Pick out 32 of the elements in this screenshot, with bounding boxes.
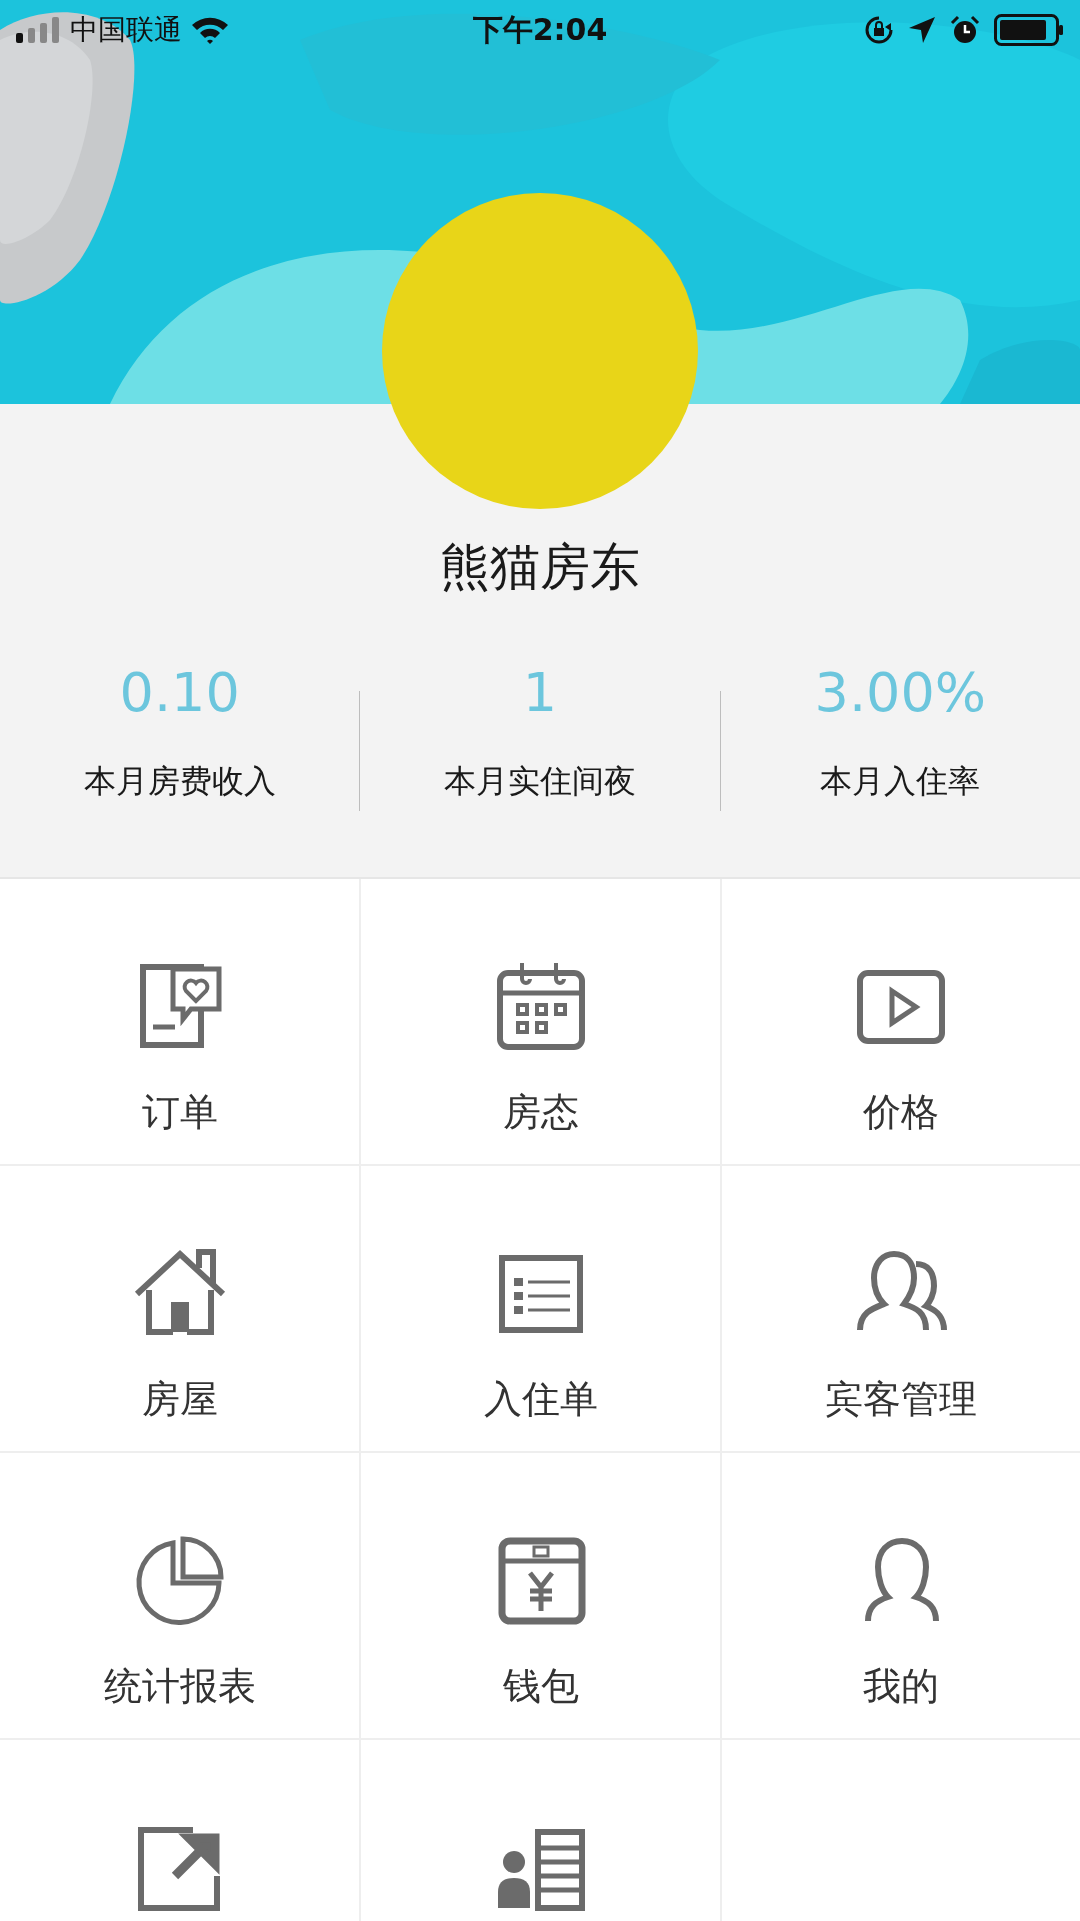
menu-label: 订单 — [141, 1089, 218, 1136]
menu-tile[interactable]: 订单 — [0, 879, 361, 1166]
menu-tile[interactable]: 房态 — [361, 879, 722, 1166]
menu-label: 价格 — [863, 1089, 939, 1136]
stat-value: 0.10 — [119, 661, 240, 724]
stat-label: 本月入住率 — [820, 761, 981, 802]
stat-value: 1 — [522, 661, 558, 724]
clock-time: 下午2:04 — [472, 10, 608, 49]
menu-label: 房态 — [502, 1089, 579, 1136]
user-name: 熊猫房东 — [440, 537, 640, 598]
alarm-icon — [950, 15, 980, 45]
menu-label: 房屋 — [141, 1376, 218, 1423]
menu-label: 钱包 — [502, 1663, 579, 1710]
stat-label: 本月实住间夜 — [444, 761, 636, 802]
menu-tile[interactable]: 价格 — [722, 879, 1080, 1166]
menu-tile[interactable]: 统计报表 — [0, 1453, 361, 1740]
wifi-icon — [190, 15, 230, 45]
battery-icon — [994, 14, 1064, 46]
rotation-lock-icon — [864, 15, 894, 45]
signal-icon — [16, 17, 62, 43]
location-icon — [908, 16, 936, 44]
menu-tile[interactable]: 钱包 — [361, 1453, 722, 1740]
menu-label: 入住单 — [483, 1376, 598, 1423]
menu-tile[interactable]: 入住单 — [361, 1166, 722, 1453]
stat-label: 本月房费收入 — [83, 761, 276, 802]
menu-tile[interactable]: 房屋 — [0, 1166, 361, 1453]
menu-tile[interactable]: 宾客管理 — [722, 1166, 1080, 1453]
stat-value: 3.00% — [814, 661, 987, 724]
menu-label: 我的 — [863, 1663, 939, 1710]
menu-tile[interactable]: 我的 — [722, 1453, 1080, 1740]
menu-label: 统计报表 — [103, 1663, 256, 1710]
menu-label: 宾客管理 — [825, 1376, 977, 1423]
